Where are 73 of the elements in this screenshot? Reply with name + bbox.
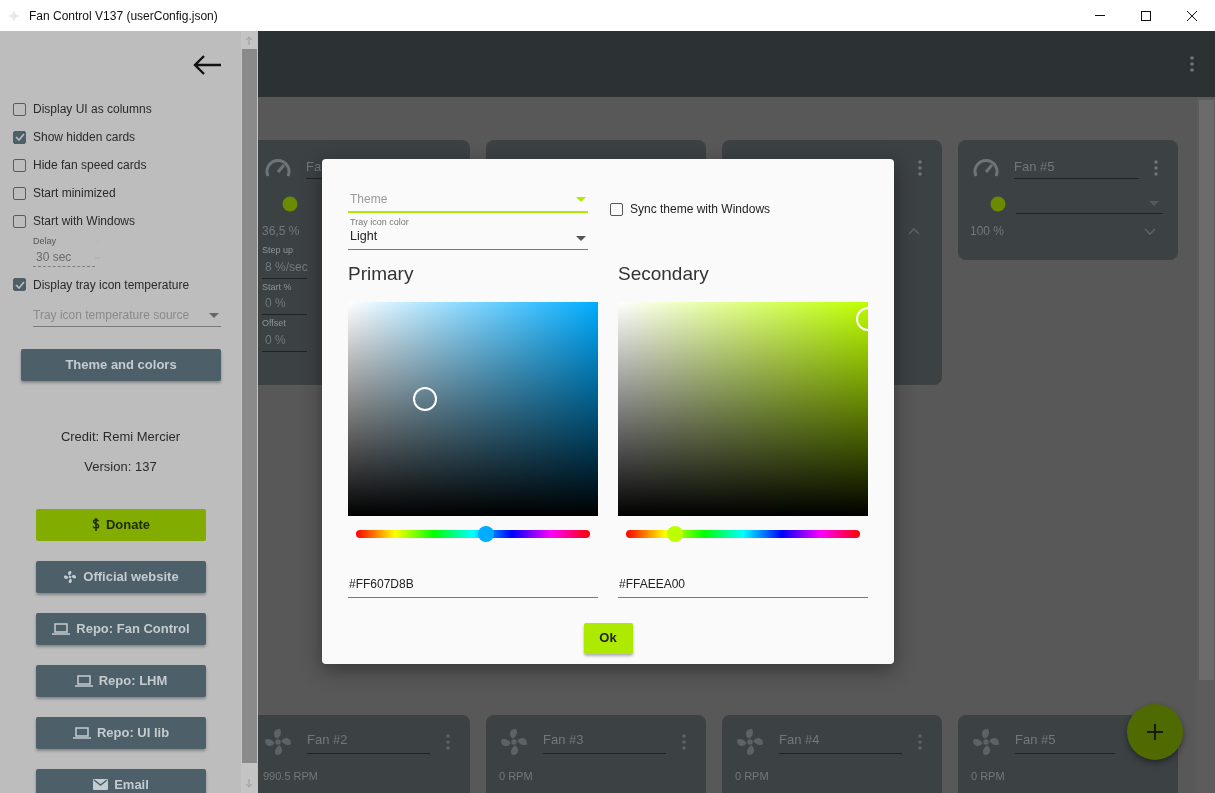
chevron-up-icon[interactable] — [908, 227, 920, 235]
checkbox[interactable] — [13, 158, 26, 172]
option-label: Display tray icon temperature — [33, 276, 190, 294]
checkbox[interactable] — [13, 214, 26, 228]
donate-button[interactable]: Donate — [36, 508, 206, 541]
more-icon[interactable] — [1190, 56, 1194, 72]
checkbox[interactable] — [610, 202, 623, 216]
caret-icon — [209, 312, 219, 318]
laptop-icon — [52, 622, 71, 635]
scrollbar-thumb[interactable] — [242, 49, 257, 763]
tray-color-dropdown[interactable]: Light — [348, 229, 588, 250]
more-icon[interactable] — [1154, 160, 1158, 176]
link-button[interactable]: Repo: LHM — [36, 664, 206, 697]
add-button[interactable] — [1127, 704, 1183, 760]
option-label: Hide fan speed cards — [33, 157, 147, 174]
option-label: Show hidden cards — [33, 129, 136, 146]
field-label: Tray icon color — [350, 216, 410, 229]
picker-title: Secondary — [618, 261, 710, 286]
scroll-up-icon[interactable] — [245, 36, 253, 45]
checkbox[interactable] — [13, 130, 26, 144]
hex-field[interactable]: #FF607D8B — [348, 574, 598, 598]
field-label: Start % — [262, 280, 293, 294]
link-button[interactable]: Official website — [36, 560, 206, 593]
hex-field[interactable]: #FFAEEA00 — [618, 574, 868, 598]
option-label: Start minimized — [33, 185, 116, 202]
maximize-icon — [1141, 10, 1151, 21]
option-label: Sync theme with Windows — [630, 201, 771, 218]
caret-icon — [576, 235, 586, 241]
window-title: Fan Control V137 (userConfig.json) — [29, 7, 218, 25]
checkbox[interactable] — [13, 278, 26, 291]
dollar-icon — [91, 518, 100, 531]
checkbox[interactable] — [13, 186, 26, 200]
link-button[interactable]: Repo: Fan Control — [36, 612, 206, 645]
color-square[interactable] — [348, 301, 598, 516]
theme-colors-button[interactable]: Theme and colors — [21, 348, 221, 381]
field-label: Delay — [33, 235, 56, 248]
scroll-down-icon[interactable] — [245, 779, 253, 788]
theme-dropdown[interactable]: Theme — [348, 189, 588, 213]
slider-thumb[interactable] — [477, 525, 494, 542]
fan-icon — [499, 727, 529, 757]
caret-icon — [576, 197, 586, 202]
chevron-down-icon[interactable] — [1144, 227, 1156, 235]
fan-icon — [735, 727, 765, 757]
picker-title: Primary — [348, 261, 415, 286]
laptop-icon — [72, 726, 91, 739]
checkbox[interactable] — [13, 102, 26, 116]
laptop-icon — [74, 674, 93, 687]
option-label: Display UI as columns — [33, 101, 152, 118]
plus-icon — [1147, 724, 1163, 740]
more-icon[interactable] — [682, 734, 686, 750]
version-text: Version: 137 — [83, 458, 158, 476]
color-square[interactable] — [618, 301, 868, 516]
more-icon[interactable] — [446, 734, 450, 750]
option-label: Start with Windows — [33, 213, 136, 230]
back-arrow-icon[interactable] — [192, 54, 222, 76]
link-button[interactable]: Repo: UI lib — [36, 716, 206, 749]
fan-icon — [263, 727, 293, 757]
more-icon[interactable] — [918, 734, 922, 750]
minimize-icon — [1095, 15, 1105, 16]
spinner-icon — [95, 238, 100, 261]
fan-icon — [971, 727, 1001, 757]
field-label: Offset — [262, 317, 287, 330]
fan-icon — [63, 569, 78, 584]
field-label: Step up — [262, 244, 295, 257]
ok-button[interactable]: Ok — [583, 622, 633, 654]
credit-text: Credit: Remi Mercier — [59, 427, 182, 446]
close-icon — [1187, 10, 1197, 21]
slider-thumb[interactable] — [667, 525, 683, 542]
color-selector[interactable] — [413, 386, 438, 411]
caret-icon — [1149, 201, 1159, 206]
link-button[interactable]: Email — [36, 768, 206, 793]
more-icon[interactable] — [918, 160, 922, 176]
mail-icon — [93, 779, 109, 790]
